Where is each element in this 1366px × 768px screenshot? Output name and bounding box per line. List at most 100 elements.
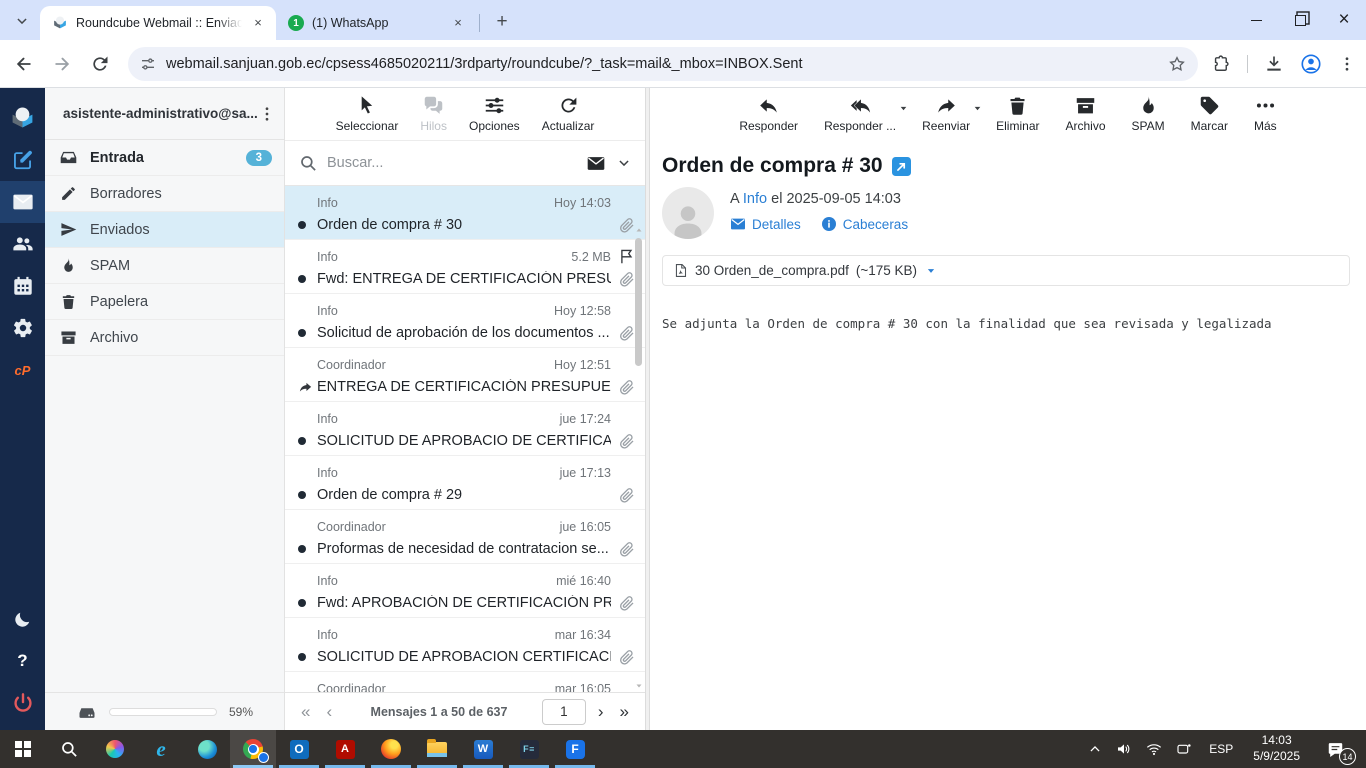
unread-dot-icon[interactable]	[298, 329, 306, 337]
flag-icon[interactable]	[618, 356, 635, 373]
flag-icon[interactable]	[618, 410, 635, 427]
folder-item-archivo[interactable]: Archivo	[45, 320, 284, 356]
notifications-button[interactable]: 14	[1310, 730, 1360, 768]
minimize-button[interactable]	[1234, 0, 1278, 40]
message-status-marker[interactable]	[298, 545, 317, 553]
start-button[interactable]	[0, 730, 46, 768]
flag-icon[interactable]	[618, 572, 635, 589]
message-row[interactable]: Info jue 17:24 SOLICITUD DE APROBACIO DE…	[285, 402, 645, 456]
flag-icon[interactable]	[618, 194, 635, 211]
fes-app-button[interactable]	[506, 730, 552, 768]
folder-item-papelera[interactable]: Papelera	[45, 284, 284, 320]
flag-icon[interactable]	[618, 248, 635, 265]
unread-dot-icon[interactable]	[298, 653, 306, 661]
attachment-name[interactable]: 30 Orden_de_compra.pdf	[695, 263, 849, 278]
message-status-marker[interactable]	[298, 437, 317, 445]
back-button[interactable]	[14, 54, 34, 74]
tab-search-button[interactable]	[8, 7, 36, 35]
marcar-button[interactable]: Marcar	[1191, 95, 1228, 133]
restore-button[interactable]	[1278, 0, 1322, 40]
clock[interactable]: 14:03 5/9/2025	[1243, 733, 1310, 764]
m-s-button[interactable]: Más	[1254, 95, 1277, 133]
search-scope-envelope-icon[interactable]	[585, 154, 607, 173]
url-text[interactable]: webmail.sanjuan.gob.ec/cpsess4685020211/…	[166, 56, 1168, 72]
mail-nav-button[interactable]	[0, 181, 45, 223]
flag-icon[interactable]	[618, 464, 635, 481]
edge-button[interactable]	[184, 730, 230, 768]
message-row[interactable]: Info mié 16:40 Fwd: APROBACIÓN DE CERTIF…	[285, 564, 645, 618]
attachment-row[interactable]: 30 Orden_de_compra.pdf (~175 KB)	[662, 255, 1350, 286]
tab-whatsapp[interactable]: 1 (1) WhatsApp	[276, 6, 476, 40]
message-row[interactable]: Info jue 17:13 Orden de compra # 29	[285, 456, 645, 510]
tab-close-icon[interactable]	[250, 15, 266, 31]
forward-button[interactable]	[52, 54, 72, 74]
bookmark-star-icon[interactable]	[1168, 55, 1186, 73]
message-row[interactable]: Coordinador jue 16:05 Proformas de neces…	[285, 510, 645, 564]
flag-icon[interactable]	[618, 302, 635, 319]
close-button[interactable]	[1322, 0, 1366, 40]
unread-dot-icon[interactable]	[298, 545, 306, 553]
message-status-marker[interactable]	[298, 380, 317, 395]
responder-button[interactable]: Responder ...	[824, 95, 907, 133]
settings-nav-button[interactable]	[0, 307, 45, 349]
search-input[interactable]	[327, 155, 575, 171]
unread-dot-icon[interactable]	[298, 221, 306, 229]
firma-app-button[interactable]	[552, 730, 598, 768]
message-status-marker[interactable]	[298, 599, 317, 607]
eliminar-button[interactable]: Eliminar	[996, 95, 1039, 133]
new-tab-button[interactable]	[489, 9, 515, 35]
message-row[interactable]: Info mar 16:34 SOLICITUD DE APROBACION C…	[285, 618, 645, 672]
account-menu-icon[interactable]	[258, 105, 276, 123]
message-status-marker[interactable]	[298, 275, 317, 283]
last-page-button[interactable]: »	[616, 703, 633, 720]
folder-item-borradores[interactable]: Borradores	[45, 176, 284, 212]
message-status-marker[interactable]	[298, 491, 317, 499]
profile-avatar-icon[interactable]	[1300, 53, 1322, 75]
site-settings-icon[interactable]	[140, 56, 156, 72]
first-page-button[interactable]: «	[297, 703, 314, 720]
spam-button[interactable]: SPAM	[1132, 95, 1165, 133]
volume-button[interactable]	[1109, 730, 1139, 768]
calendar-nav-button[interactable]	[0, 265, 45, 307]
reenviar-button[interactable]: Reenviar	[922, 95, 981, 133]
message-status-marker[interactable]	[298, 329, 317, 337]
internet-explorer-button[interactable]	[138, 730, 184, 768]
scroll-up-icon[interactable]	[635, 226, 643, 234]
outlook-button[interactable]	[276, 730, 322, 768]
prev-page-button[interactable]: ‹	[322, 703, 336, 720]
hilos-button[interactable]: Hilos	[420, 95, 447, 133]
scrollbar-thumb[interactable]	[635, 238, 642, 366]
dropdown-caret-icon[interactable]	[899, 104, 908, 113]
headers-link[interactable]: Cabeceras	[821, 216, 908, 232]
seleccionar-button[interactable]: Seleccionar	[336, 95, 398, 133]
chrome-button[interactable]	[230, 730, 276, 768]
extensions-icon[interactable]	[1212, 54, 1231, 73]
next-page-button[interactable]: ›	[594, 703, 608, 720]
file-explorer-button[interactable]	[414, 730, 460, 768]
message-row[interactable]: Info 5.2 MB Fwd: ENTREGA DE CERTIFICACIÓ…	[285, 240, 645, 294]
flag-icon[interactable]	[618, 626, 635, 643]
logout-button[interactable]	[0, 682, 45, 724]
dark-mode-button[interactable]	[0, 598, 45, 640]
taskbar-search-button[interactable]	[46, 730, 92, 768]
folder-item-spam[interactable]: SPAM	[45, 248, 284, 284]
dropdown-caret-icon[interactable]	[973, 104, 982, 113]
details-link[interactable]: Detalles	[730, 216, 801, 232]
tab-roundcube[interactable]: Roundcube Webmail :: Enviados	[40, 6, 276, 40]
responder-button[interactable]: Responder	[739, 95, 798, 133]
url-bar[interactable]: webmail.sanjuan.gob.ec/cpsess4685020211/…	[128, 46, 1198, 81]
screen-share-button[interactable]	[1169, 730, 1199, 768]
archivo-button[interactable]: Archivo	[1065, 95, 1106, 133]
contacts-nav-button[interactable]	[0, 223, 45, 265]
roundcube-logo-icon[interactable]	[0, 97, 45, 139]
compose-button[interactable]	[0, 139, 45, 181]
reload-button[interactable]	[90, 54, 110, 74]
message-row[interactable]: Coordinador mar 16:05	[285, 672, 645, 692]
help-button[interactable]	[0, 640, 45, 682]
page-number-input[interactable]	[541, 698, 586, 725]
unread-dot-icon[interactable]	[298, 599, 306, 607]
tab-close-icon[interactable]	[450, 15, 466, 31]
unread-dot-icon[interactable]	[298, 437, 306, 445]
acrobat-button[interactable]	[322, 730, 368, 768]
list-scrollbar[interactable]	[634, 226, 644, 690]
